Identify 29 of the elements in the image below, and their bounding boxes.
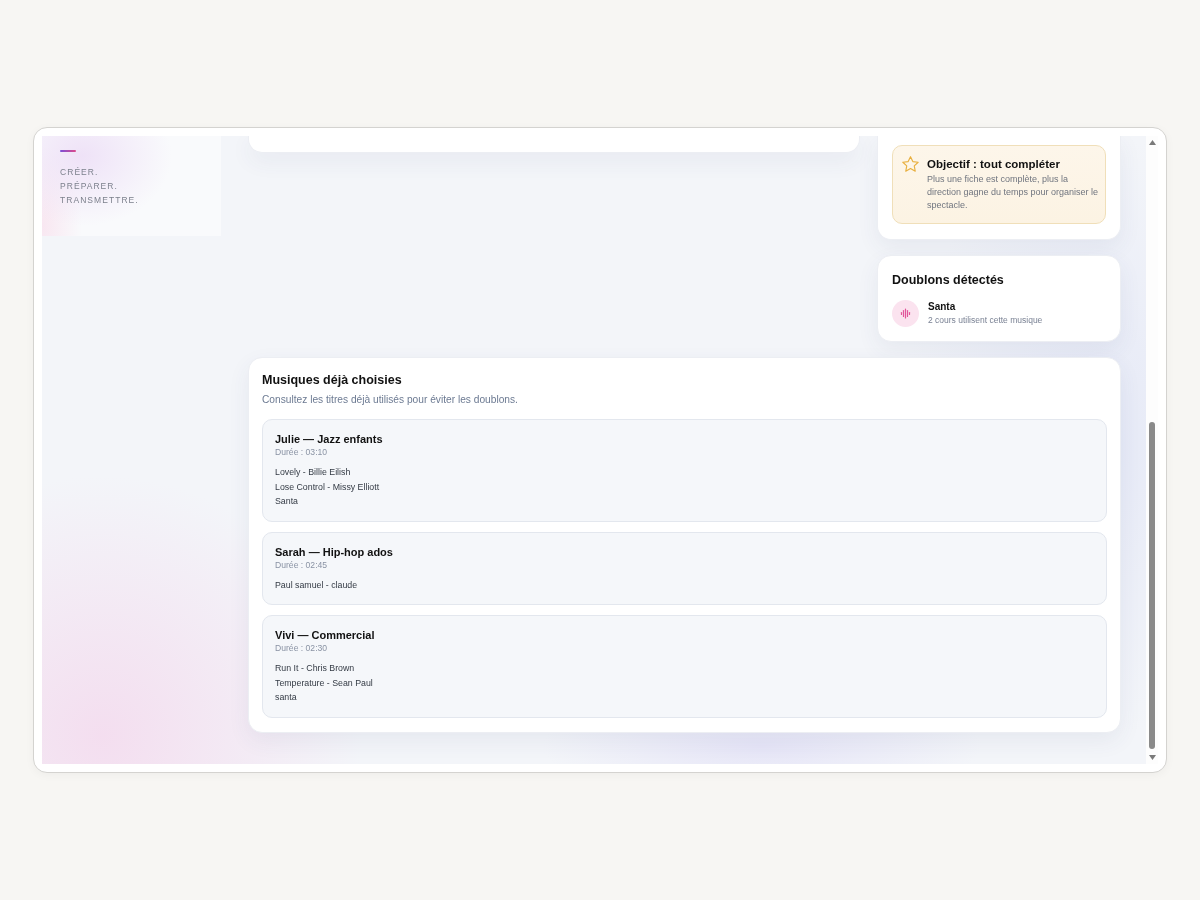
scroll-up-icon[interactable] xyxy=(1148,140,1156,145)
song-title: Lose Control - Missy Elliott xyxy=(275,480,380,494)
duplicate-title: Santa xyxy=(928,300,956,314)
accent-line xyxy=(60,150,76,152)
tagline-text: PRÉPARER. xyxy=(60,180,118,193)
song-title: santa xyxy=(275,691,297,704)
song-title: Paul samuel - claude xyxy=(275,578,358,592)
scroll-down-icon[interactable] xyxy=(1148,755,1156,760)
duplicate-detail: 2 cours utilisent cette musique xyxy=(928,314,1043,327)
section-subtitle: Consultez les titres déjà utilisés pour éviter les doublons. xyxy=(262,393,518,407)
song-title: Santa xyxy=(275,495,298,508)
course-title: Sarah — Hip-hop ados xyxy=(275,544,393,559)
song-title: Run It - Chris Brown xyxy=(275,662,355,675)
scrollbar-thumb[interactable] xyxy=(1149,422,1155,749)
tagline-text: TRANSMETTRE. xyxy=(60,194,139,207)
section-title: Musiques déjà choisies xyxy=(262,372,402,389)
song-title: Lovely - Billie Eilish xyxy=(275,466,351,479)
tagline-text: CRÉER. xyxy=(60,166,99,179)
sound-wave-icon xyxy=(892,300,919,327)
course-duration: Durée : 03:10 xyxy=(275,446,328,459)
tip-text: Plus une fiche est complète, plus la direction gagne du temps pour organiser le spectacle. xyxy=(927,173,1099,212)
song-title: Temperature - Sean Paul xyxy=(275,676,373,690)
card-title: Doublons détectés xyxy=(892,272,1004,288)
star-icon xyxy=(902,156,919,172)
course-title: Vivi — Commercial xyxy=(275,628,375,642)
course-duration: Durée : 02:30 xyxy=(275,642,328,655)
course-title: Julie — Jazz enfants xyxy=(275,432,383,446)
course-duration: Durée : 02:45 xyxy=(275,558,328,572)
tip-title: Objectif : tout compléter xyxy=(927,157,1060,172)
